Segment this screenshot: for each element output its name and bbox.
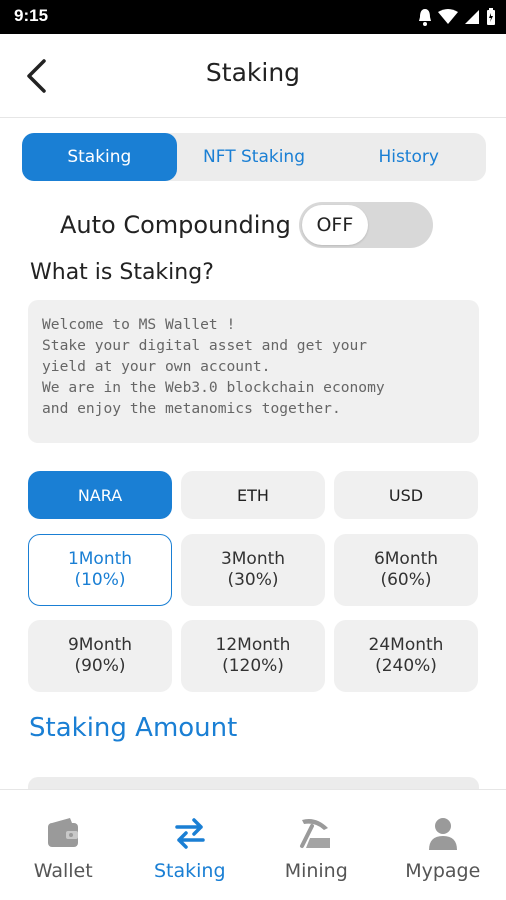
staking-description: Welcome to MS Wallet ! Stake your digita… [28, 300, 479, 443]
pickaxe-icon [300, 819, 331, 848]
period-9month-button[interactable]: 9Month (90%) [28, 620, 172, 692]
auto-compounding-toggle[interactable]: OFF [298, 202, 433, 248]
nav-mypage[interactable]: Mypage [380, 790, 506, 900]
person-icon [428, 818, 457, 850]
auto-compounding-label: Auto Compounding [60, 211, 291, 239]
period-duration: 3Month [220, 549, 286, 569]
nav-wallet-label: Wallet [33, 860, 93, 882]
tab-history[interactable]: History [331, 133, 486, 181]
app-header: Staking [0, 34, 506, 118]
staking-amount-heading: Staking Amount [29, 713, 238, 743]
nav-mypage-label: Mypage [405, 860, 481, 882]
period-duration: 9Month [67, 635, 133, 655]
toggle-knob: OFF [301, 205, 368, 245]
auto-compounding-row: Auto Compounding OFF [60, 202, 433, 248]
swap-arrows-icon [175, 818, 205, 849]
status-bar: 9:15 [0, 0, 506, 34]
battery-icon [487, 8, 495, 25]
notification-icon [419, 9, 431, 26]
period-selector: 1Month (10%) 3Month (30%) 6Month (60%) 9… [28, 534, 479, 692]
signal-icon [465, 10, 479, 24]
nav-staking-label: Staking [153, 860, 226, 882]
currency-nara-button[interactable]: NARA [28, 471, 172, 519]
tab-staking[interactable]: Staking [22, 133, 177, 181]
period-1month-button[interactable]: 1Month (10%) [28, 534, 172, 606]
period-duration: 1Month [67, 549, 133, 569]
period-6month-button[interactable]: 6Month (60%) [334, 534, 478, 606]
page-title: Staking [205, 58, 301, 87]
status-time: 9:15 [14, 6, 49, 25]
bottom-navigation: Wallet Staking Mining Mypage [0, 789, 506, 900]
currency-selector: NARA ETH USD [28, 471, 479, 519]
period-duration: 6Month [373, 549, 439, 569]
period-duration: 24Month [368, 635, 444, 655]
nav-wallet[interactable]: Wallet [0, 790, 127, 900]
wifi-icon [438, 9, 458, 24]
currency-eth-button[interactable]: ETH [181, 471, 325, 519]
period-rate: (60%) [380, 570, 432, 590]
period-24month-button[interactable]: 24Month (240%) [334, 620, 478, 692]
nav-mining-label: Mining [284, 860, 348, 882]
period-rate: (120%) [222, 656, 284, 676]
tab-nft-staking[interactable]: NFT Staking [177, 133, 332, 181]
period-rate: (10%) [74, 570, 126, 590]
wallet-icon [48, 818, 79, 847]
nav-mining[interactable]: Mining [253, 790, 380, 900]
period-rate: (90%) [74, 656, 126, 676]
period-duration: 12Month [215, 635, 291, 655]
period-rate: (30%) [227, 570, 279, 590]
period-3month-button[interactable]: 3Month (30%) [181, 534, 325, 606]
period-rate: (240%) [375, 656, 437, 676]
period-12month-button[interactable]: 12Month (120%) [181, 620, 325, 692]
what-is-staking-heading: What is Staking? [30, 260, 214, 285]
currency-usd-button[interactable]: USD [334, 471, 478, 519]
nav-staking[interactable]: Staking [127, 790, 254, 900]
staking-tabs: Staking NFT Staking History [22, 133, 486, 181]
